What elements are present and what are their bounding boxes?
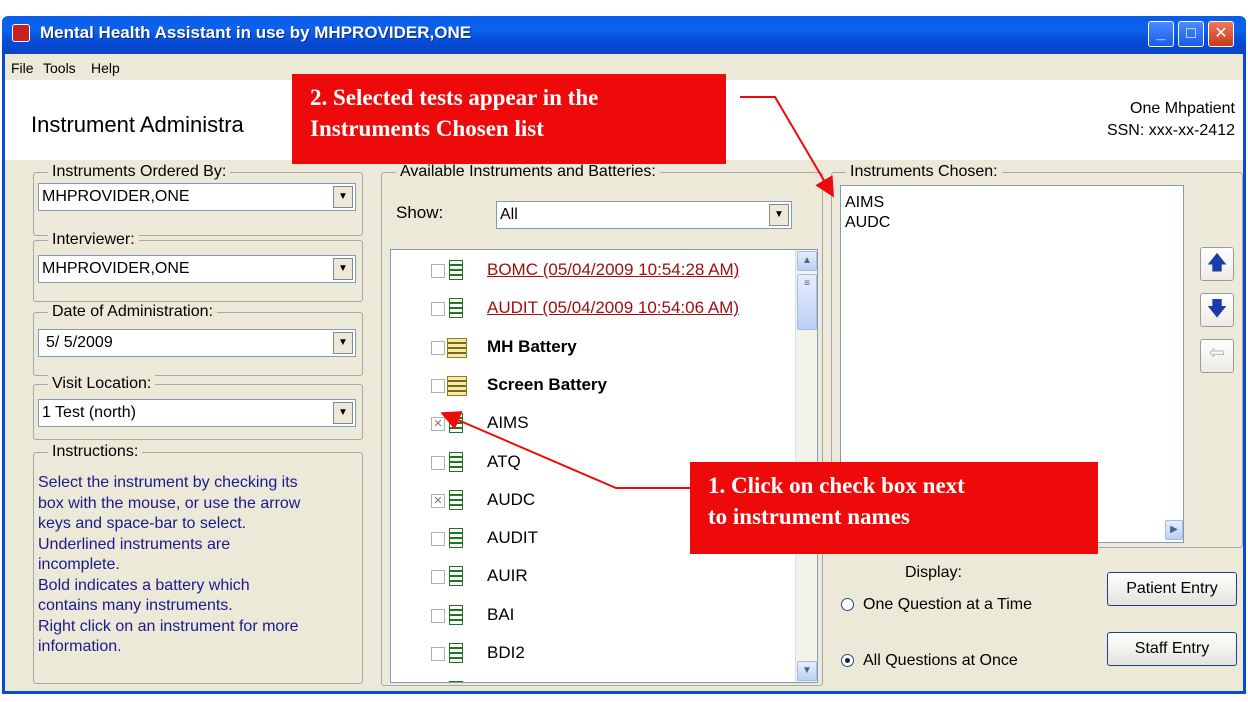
arrow-to-chosen-list — [740, 96, 835, 198]
callout-arrows — [440, 96, 835, 489]
arrow-to-checkbox — [440, 411, 690, 489]
